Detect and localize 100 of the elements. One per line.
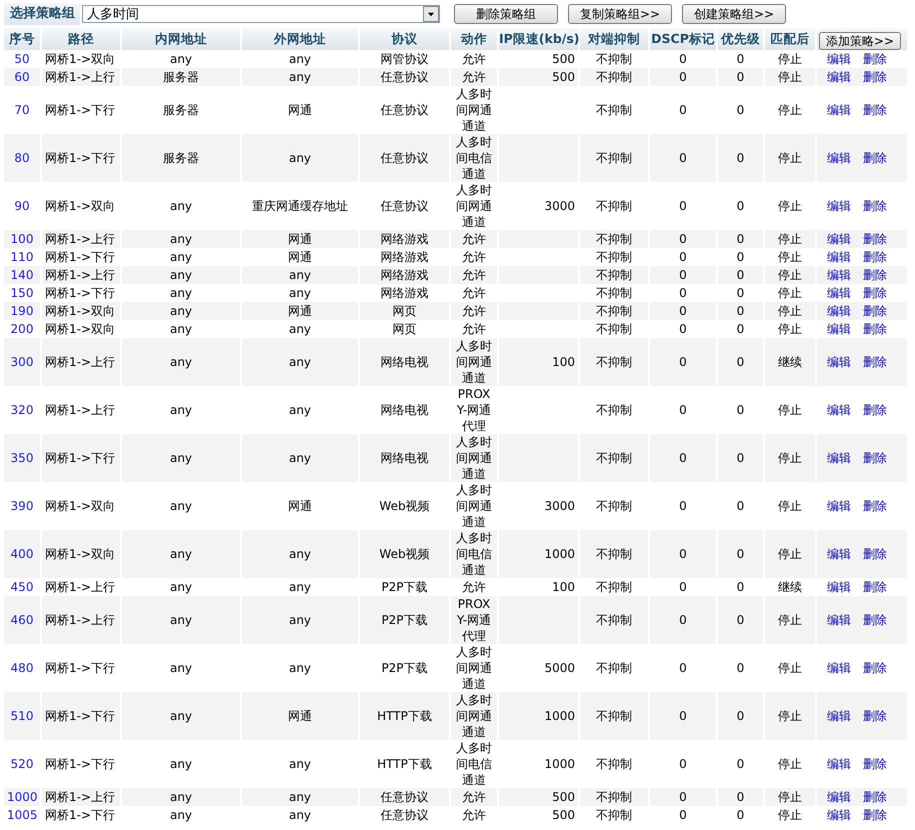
dscp-cell: 0 [679, 499, 687, 513]
path-cell: 网桥1->上行 [45, 232, 116, 246]
edit-link[interactable]: 编辑 [827, 403, 851, 417]
delete-link[interactable]: 删除 [863, 451, 887, 465]
rule-number: 1005 [7, 808, 38, 822]
path-cell: 网桥1->上行 [45, 613, 116, 627]
edit-link[interactable]: 编辑 [827, 757, 851, 771]
delete-link[interactable]: 删除 [863, 286, 887, 300]
dscp-cell: 0 [679, 52, 687, 66]
delete-link[interactable]: 删除 [863, 70, 887, 84]
delete-link[interactable]: 删除 [863, 250, 887, 264]
delete-link[interactable]: 删除 [863, 355, 887, 369]
delete-link[interactable]: 删除 [863, 52, 887, 66]
peer-suppress-cell: 不抑制 [596, 151, 632, 165]
lan-address-cell: any [170, 250, 192, 264]
group-action-button[interactable]: 删除策略组 [454, 4, 558, 24]
edit-link[interactable]: 编辑 [827, 103, 851, 117]
rate-limit-cell: 1000 [544, 709, 575, 723]
dscp-cell: 0 [679, 580, 687, 594]
wan-address-cell: any [288, 547, 312, 561]
peer-suppress-cell: 不抑制 [596, 355, 632, 369]
priority-cell: 0 [736, 808, 744, 822]
edit-link[interactable]: 编辑 [827, 580, 851, 594]
lan-address-cell: any [170, 790, 192, 804]
add-policy-button[interactable]: 添加策略>> [818, 32, 901, 50]
delete-link[interactable]: 删除 [863, 808, 887, 822]
protocol-cell: 任意协议 [380, 790, 428, 804]
edit-link[interactable]: 编辑 [827, 199, 851, 213]
delete-link[interactable]: 删除 [863, 232, 887, 246]
peer-suppress-cell: 不抑制 [596, 103, 632, 117]
peer-suppress-cell: 不抑制 [596, 499, 632, 513]
delete-link[interactable]: 删除 [863, 268, 887, 282]
delete-link[interactable]: 删除 [863, 613, 887, 627]
action-cell-text: 允许 [461, 249, 487, 265]
column-header: 对端抑制 [580, 28, 648, 50]
edit-link[interactable]: 编辑 [827, 661, 851, 675]
after-match-cell: 停止 [778, 199, 802, 213]
edit-link[interactable]: 编辑 [827, 808, 851, 822]
edit-link[interactable]: 编辑 [827, 304, 851, 318]
delete-link[interactable]: 删除 [863, 151, 887, 165]
lan-address-cell: any [170, 232, 192, 246]
priority-cell: 0 [736, 232, 744, 246]
lan-address-cell: any [170, 403, 192, 417]
after-match-cell: 停止 [778, 613, 802, 627]
delete-link[interactable]: 删除 [863, 757, 887, 771]
lan-address-cell: 服务器 [163, 103, 199, 117]
delete-link[interactable]: 删除 [863, 547, 887, 561]
edit-link[interactable]: 编辑 [827, 547, 851, 561]
delete-link[interactable]: 删除 [863, 661, 887, 675]
after-match-cell: 停止 [778, 547, 802, 561]
path-cell: 网桥1->双向 [45, 322, 116, 336]
peer-suppress-cell: 不抑制 [596, 790, 632, 804]
delete-link[interactable]: 删除 [863, 322, 887, 336]
protocol-cell: 网页 [392, 322, 416, 336]
lan-address-cell: any [170, 613, 192, 627]
edit-link[interactable]: 编辑 [827, 322, 851, 336]
action-cell-text: 允许 [461, 267, 487, 283]
delete-link[interactable]: 删除 [863, 580, 887, 594]
edit-link[interactable]: 编辑 [827, 613, 851, 627]
group-action-button[interactable]: 创建策略组>> [682, 4, 786, 24]
delete-link[interactable]: 删除 [863, 199, 887, 213]
edit-link[interactable]: 编辑 [827, 151, 851, 165]
edit-link[interactable]: 编辑 [827, 70, 851, 84]
edit-link[interactable]: 编辑 [827, 52, 851, 66]
edit-link[interactable]: 编辑 [827, 232, 851, 246]
rule-number: 460 [10, 613, 34, 627]
peer-suppress-cell: 不抑制 [596, 322, 632, 336]
edit-link[interactable]: 编辑 [827, 355, 851, 369]
action-cell: 人多时间网通通道 [455, 692, 493, 740]
after-match-cell: 停止 [778, 232, 802, 246]
edit-link[interactable]: 编辑 [827, 709, 851, 723]
edit-link[interactable]: 编辑 [827, 250, 851, 264]
edit-link[interactable]: 编辑 [827, 790, 851, 804]
delete-link[interactable]: 删除 [863, 709, 887, 723]
group-select[interactable]: 人多时间 [82, 5, 440, 23]
priority-cell: 0 [736, 709, 744, 723]
peer-suppress-cell: 不抑制 [596, 709, 632, 723]
priority-cell: 0 [736, 322, 744, 336]
protocol-cell: 任意协议 [380, 199, 428, 213]
protocol-cell: P2P下载 [381, 580, 428, 594]
edit-link[interactable]: 编辑 [827, 286, 851, 300]
delete-link[interactable]: 删除 [863, 403, 887, 417]
action-cell-text: 允许 [461, 579, 487, 595]
priority-cell: 0 [736, 286, 744, 300]
delete-link[interactable]: 删除 [863, 304, 887, 318]
delete-link[interactable]: 删除 [863, 103, 887, 117]
group-action-button[interactable]: 复制策略组>> [568, 4, 672, 24]
protocol-cell: 网络电视 [380, 355, 428, 369]
column-header: 路径 [42, 28, 120, 50]
wan-address-cell: any [288, 403, 312, 417]
action-cell: 人多时间网通通道 [455, 644, 493, 692]
edit-link[interactable]: 编辑 [827, 499, 851, 513]
edit-link[interactable]: 编辑 [827, 268, 851, 282]
peer-suppress-cell: 不抑制 [596, 70, 632, 84]
delete-link[interactable]: 删除 [863, 499, 887, 513]
path-cell: 网桥1->上行 [45, 268, 116, 282]
delete-link[interactable]: 删除 [863, 790, 887, 804]
edit-link[interactable]: 编辑 [827, 451, 851, 465]
dscp-cell: 0 [679, 613, 687, 627]
peer-suppress-cell: 不抑制 [596, 613, 632, 627]
